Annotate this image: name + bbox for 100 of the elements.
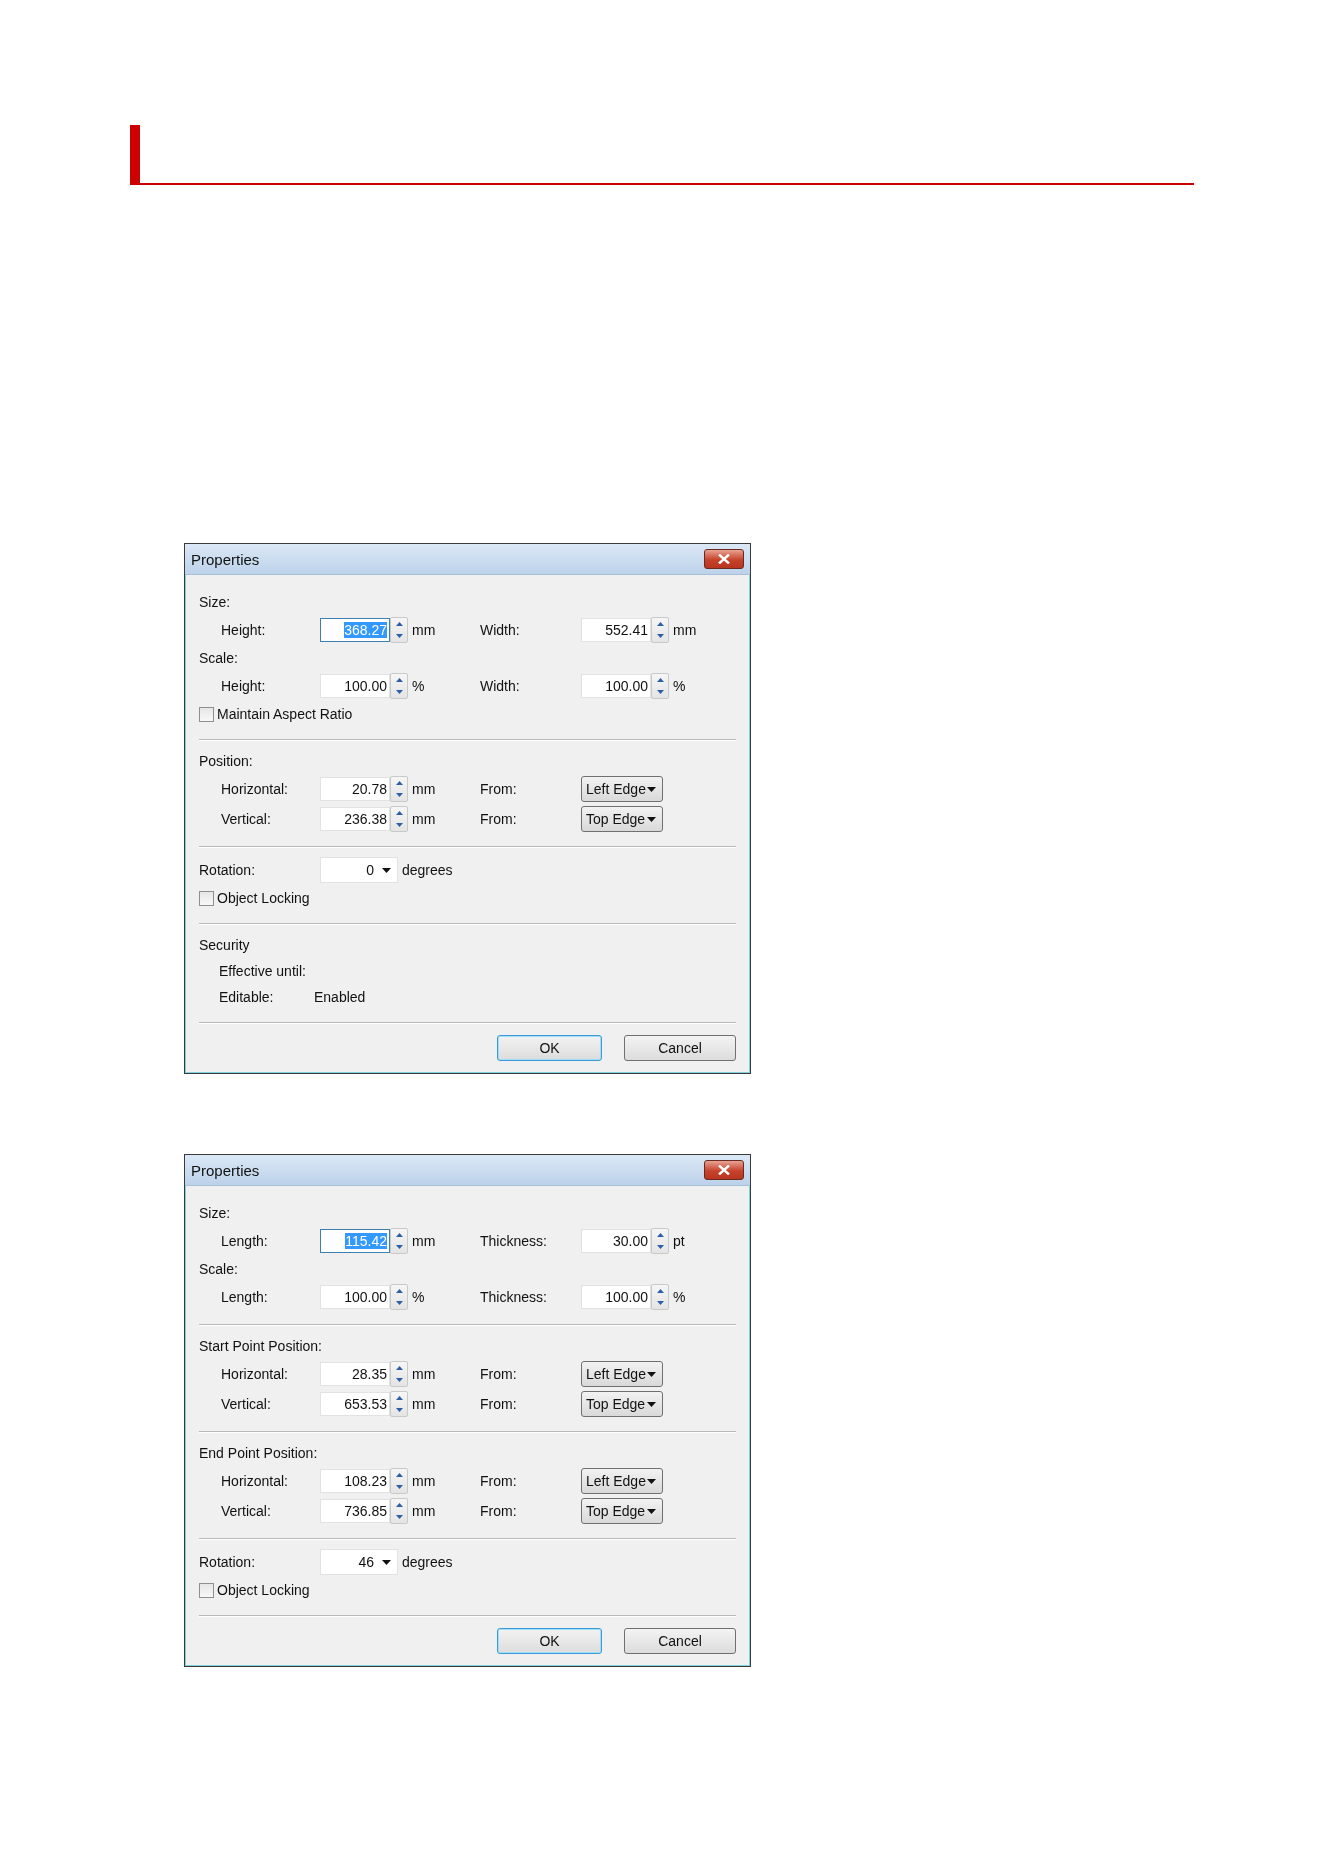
down-arrow-icon: [395, 793, 403, 797]
down-arrow-icon: [395, 634, 403, 638]
close-icon: [718, 1165, 730, 1175]
down-arrow-icon: [395, 690, 403, 694]
spinner-control[interactable]: [651, 673, 669, 699]
down-arrow-icon: [656, 690, 664, 694]
unit-label: %: [412, 678, 425, 694]
number-field[interactable]: 236.38: [320, 807, 390, 831]
spinner-control[interactable]: [390, 776, 408, 802]
section-heading: End Point Position:: [199, 1444, 318, 1463]
up-arrow-icon: [395, 678, 403, 682]
unit-label: mm: [412, 781, 436, 797]
dialog-button[interactable]: Cancel: [624, 1628, 736, 1654]
spinner-control[interactable]: [651, 1284, 669, 1310]
number-field[interactable]: 736.85: [320, 1499, 390, 1523]
up-arrow-icon: [395, 1366, 403, 1370]
caret-icon: [382, 1559, 391, 1565]
down-arrow-icon: [395, 1301, 403, 1305]
up-arrow-icon: [395, 1233, 403, 1237]
combo-field[interactable]: 0: [320, 857, 398, 883]
spinner-control[interactable]: [651, 1228, 669, 1254]
dropdown[interactable]: Left Edge: [581, 776, 663, 802]
down-arrow-icon: [395, 1515, 403, 1519]
field-label: Rotation:: [199, 1554, 256, 1570]
spinner-control[interactable]: [651, 617, 669, 643]
section-heading: Start Point Position:: [199, 1337, 322, 1356]
combo-field[interactable]: 46: [320, 1549, 398, 1575]
spinner-control[interactable]: [390, 1468, 408, 1494]
unit-label: mm: [412, 1366, 436, 1382]
number-field[interactable]: 30.00: [581, 1229, 651, 1253]
field-label: Horizontal:: [221, 781, 288, 797]
dropdown[interactable]: Top Edge: [581, 1498, 663, 1524]
spinner-control[interactable]: [390, 1361, 408, 1387]
unit-label: degrees: [402, 862, 453, 878]
spinner-control[interactable]: [390, 1228, 408, 1254]
field-label: From:: [480, 1473, 517, 1489]
field-label: Width:: [480, 678, 520, 694]
field-label: Vertical:: [221, 1503, 271, 1519]
spinner-control[interactable]: [390, 1284, 408, 1310]
dialog-button[interactable]: Cancel: [624, 1035, 736, 1061]
caret-icon: [647, 1478, 656, 1484]
spinner-control[interactable]: [390, 617, 408, 643]
spinner-control[interactable]: [390, 1391, 408, 1417]
down-arrow-icon: [656, 1245, 664, 1249]
spinner-control[interactable]: [390, 806, 408, 832]
spinner-control[interactable]: [390, 1498, 408, 1524]
number-field[interactable]: 100.00: [581, 1285, 651, 1309]
number-field[interactable]: 552.41: [581, 618, 651, 642]
checkbox[interactable]: [199, 1582, 214, 1598]
dialog-button[interactable]: OK: [497, 1628, 602, 1654]
field-label: From:: [480, 1366, 517, 1382]
unit-label: mm: [412, 622, 436, 638]
number-field[interactable]: 653.53: [320, 1392, 390, 1416]
number-field[interactable]: 100.00: [320, 1285, 390, 1309]
unit-label: %: [673, 1289, 686, 1305]
field-label: Horizontal:: [221, 1366, 288, 1382]
field-label: Thickness:: [480, 1289, 547, 1305]
field-label: Height:: [221, 622, 266, 638]
unit-label: %: [673, 678, 686, 694]
spinner-control[interactable]: [390, 673, 408, 699]
number-field[interactable]: 28.35: [320, 1362, 390, 1386]
checkbox[interactable]: [199, 890, 214, 906]
field-label: Thickness:: [480, 1233, 547, 1249]
up-arrow-icon: [395, 1503, 403, 1507]
field-label: From:: [480, 811, 517, 827]
up-arrow-icon: [656, 1289, 664, 1293]
field-label: Length:: [221, 1289, 268, 1305]
info-label: Editable:: [219, 989, 274, 1005]
number-field[interactable]: 20.78: [320, 777, 390, 801]
up-arrow-icon: [656, 1233, 664, 1237]
field-label: Vertical:: [221, 811, 271, 827]
field-label: Rotation:: [199, 862, 256, 878]
dialog-button[interactable]: OK: [497, 1035, 602, 1061]
unit-label: pt: [673, 1233, 685, 1249]
unit-label: %: [412, 1289, 425, 1305]
window-title: Properties: [191, 1161, 260, 1179]
down-arrow-icon: [395, 1485, 403, 1489]
down-arrow-icon: [395, 1245, 403, 1249]
dropdown[interactable]: Left Edge: [581, 1361, 663, 1387]
caret-icon: [647, 816, 656, 822]
section-heading: Position:: [199, 752, 253, 771]
close-button[interactable]: [704, 1160, 744, 1180]
down-arrow-icon: [395, 1408, 403, 1412]
number-field[interactable]: 100.00: [320, 674, 390, 698]
checkbox-label: Object Locking: [217, 890, 310, 906]
number-field[interactable]: 100.00: [581, 674, 651, 698]
field-label: Height:: [221, 678, 266, 694]
section-heading: Scale:: [199, 649, 238, 668]
unit-label: degrees: [402, 1554, 453, 1570]
checkbox[interactable]: [199, 706, 214, 722]
dropdown[interactable]: Left Edge: [581, 1468, 663, 1494]
dropdown[interactable]: Top Edge: [581, 806, 663, 832]
caret-icon: [647, 1508, 656, 1514]
number-field[interactable]: 108.23: [320, 1469, 390, 1493]
close-button[interactable]: [704, 549, 744, 569]
up-arrow-icon: [395, 811, 403, 815]
checkbox-label: Object Locking: [217, 1582, 310, 1598]
dropdown[interactable]: Top Edge: [581, 1391, 663, 1417]
caret-icon: [382, 867, 391, 873]
down-arrow-icon: [656, 634, 664, 638]
